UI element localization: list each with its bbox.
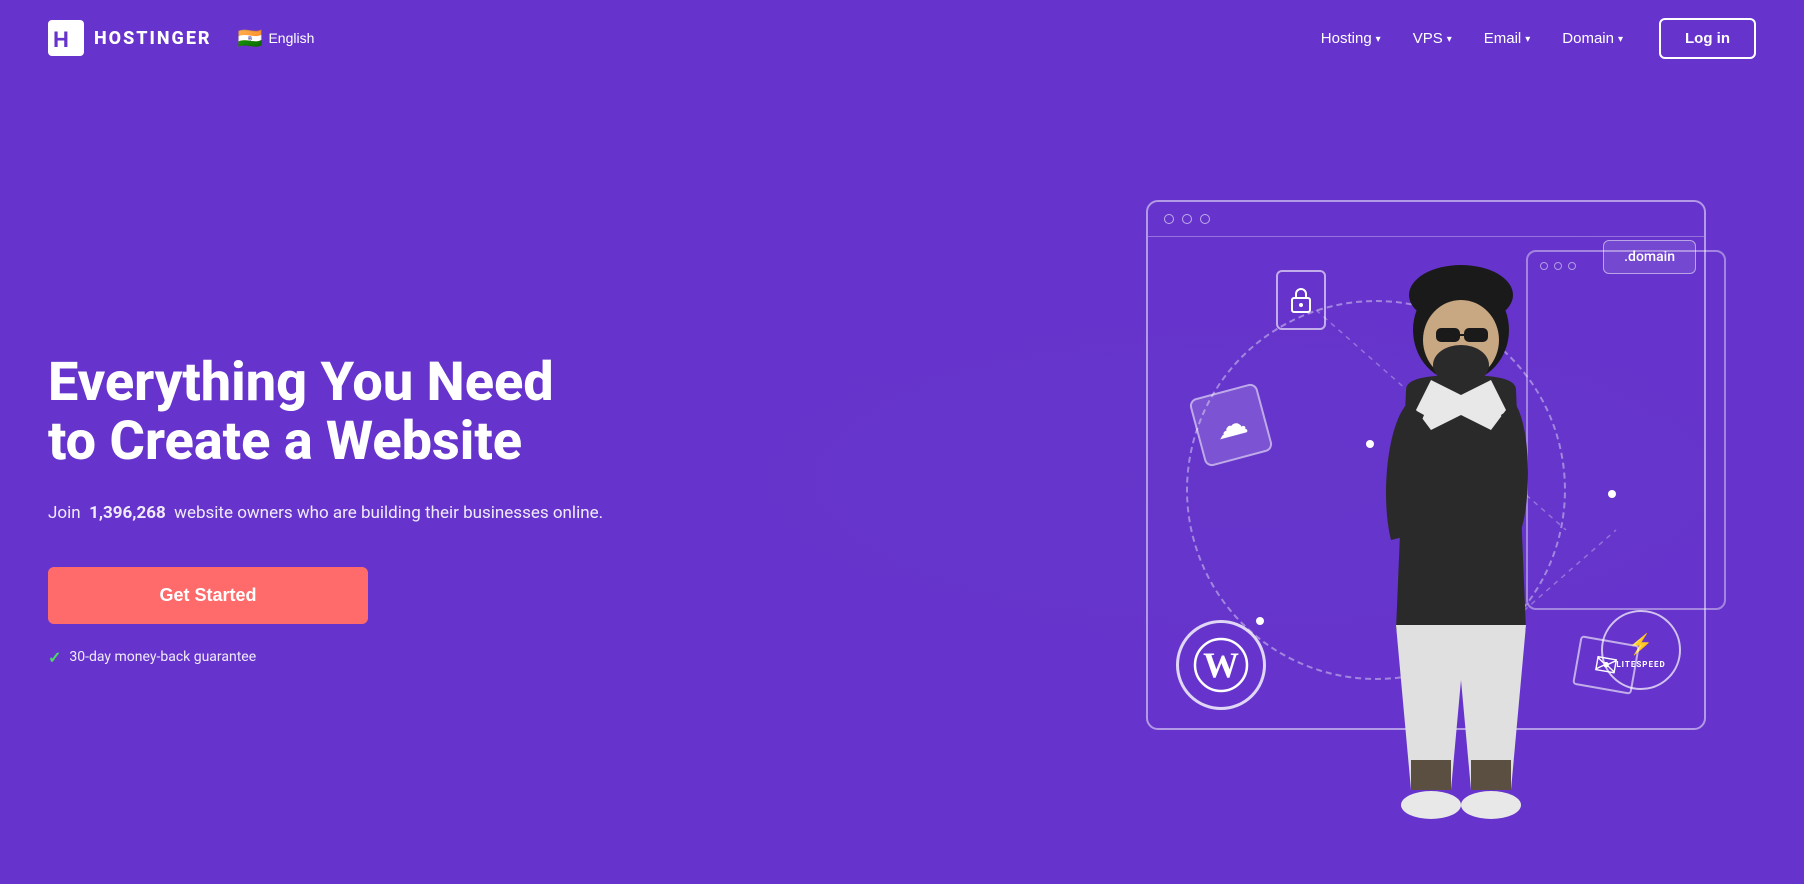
browser-dot-2: [1182, 214, 1192, 224]
chevron-down-icon: ▾: [1525, 34, 1530, 45]
login-button[interactable]: Log in: [1659, 18, 1756, 59]
logo-text: HOSTINGER: [94, 28, 212, 49]
nav-hosting[interactable]: Hosting ▾: [1309, 22, 1393, 55]
browser-dot-1: [1164, 214, 1174, 224]
chevron-down-icon: ▾: [1447, 34, 1452, 45]
language-label: English: [268, 30, 314, 46]
svg-text:H: H: [53, 27, 69, 52]
ring-dot-bottom-left: [1256, 617, 1264, 625]
get-started-button[interactable]: Get Started: [48, 567, 368, 624]
nav-domain[interactable]: Domain ▾: [1550, 22, 1635, 55]
ring-dot-top: [1366, 440, 1374, 448]
nav-hosting-label: Hosting: [1321, 30, 1372, 47]
guarantee-text: 30-day money-back guarantee: [69, 649, 256, 665]
domain-badge: .domain: [1603, 240, 1696, 274]
domain-text: .domain: [1624, 249, 1675, 265]
mail-icon: ✉: [1572, 635, 1640, 695]
logo[interactable]: H HOSTINGER: [48, 20, 212, 56]
logo-icon: H: [48, 20, 84, 56]
check-icon: ✓: [48, 648, 61, 667]
nav-domain-label: Domain: [1562, 30, 1614, 47]
browser-bar: [1148, 202, 1704, 237]
guarantee-badge: ✓ 30-day money-back guarantee: [48, 648, 608, 667]
decorative-ring: [1186, 300, 1566, 680]
hero-visual: .domain ☁ W ⚡ LITESPEED ✉: [1116, 170, 1736, 850]
hero-subtitle: Join 1,396,268 website owners who are bu…: [48, 500, 608, 527]
browser-dot-2-2: [1554, 262, 1562, 270]
ring-dot-right: [1608, 490, 1616, 498]
nav-vps[interactable]: VPS ▾: [1401, 22, 1464, 55]
navbar-left: H HOSTINGER 🇮🇳 English: [48, 20, 322, 56]
nav-email-label: Email: [1484, 30, 1522, 47]
navbar: H HOSTINGER 🇮🇳 English Hosting ▾ VPS ▾ E…: [0, 0, 1804, 76]
navbar-right: Hosting ▾ VPS ▾ Email ▾ Domain ▾ Log in: [1309, 18, 1756, 59]
hero-content: Everything You Need to Create a Website …: [48, 353, 608, 667]
chevron-down-icon: ▾: [1376, 34, 1381, 45]
subtitle-suffix: website owners who are building their bu…: [174, 503, 603, 523]
browser-dot-3: [1200, 214, 1210, 224]
user-count: 1,396,268: [89, 503, 166, 523]
hero-section: Everything You Need to Create a Website …: [0, 76, 1804, 884]
language-selector[interactable]: 🇮🇳 English: [230, 22, 323, 55]
wordpress-logo: W: [1176, 620, 1266, 710]
subtitle-prefix: Join: [48, 503, 81, 523]
svg-text:W: W: [1203, 645, 1239, 685]
flag-icon: 🇮🇳: [238, 26, 263, 51]
hero-title: Everything You Need to Create a Website: [48, 353, 608, 472]
chevron-down-icon: ▾: [1618, 34, 1623, 45]
nav-vps-label: VPS: [1413, 30, 1443, 47]
nav-email[interactable]: Email ▾: [1472, 22, 1543, 55]
browser-dot-2-3: [1568, 262, 1576, 270]
browser-dot-2-1: [1540, 262, 1548, 270]
